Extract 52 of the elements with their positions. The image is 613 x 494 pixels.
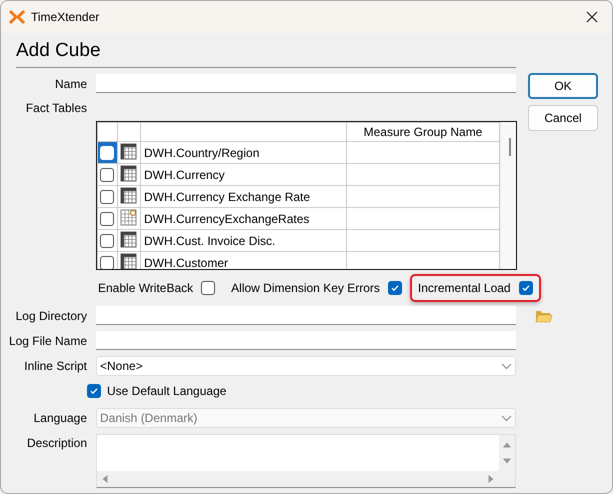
checkbox[interactable] xyxy=(388,281,402,295)
checkbox[interactable] xyxy=(100,190,114,204)
checkbox-label: Enable WriteBack xyxy=(98,280,194,297)
grid-query-icon xyxy=(120,208,137,226)
checkbox[interactable] xyxy=(87,384,101,398)
dialog-heading: Add Cube xyxy=(16,37,516,68)
dialog-button[interactable]: Cancel xyxy=(528,105,598,131)
field-label: Language xyxy=(32,410,87,427)
table-icon xyxy=(120,142,137,160)
field-label: Fact Tables xyxy=(24,100,87,117)
log-file-name-field[interactable] xyxy=(96,331,516,350)
checkbox[interactable] xyxy=(100,212,114,226)
field-label: Name xyxy=(54,76,87,92)
row-header[interactable] xyxy=(98,164,118,186)
checkbox[interactable] xyxy=(201,281,216,295)
check-icon xyxy=(520,283,531,293)
log-directory-field[interactable] xyxy=(96,306,516,325)
table-icon xyxy=(120,186,137,204)
checkbox[interactable] xyxy=(100,168,114,182)
table-cell: DWH.Currency xyxy=(140,164,346,186)
dialog-button[interactable]: OK xyxy=(528,73,598,99)
checkbox[interactable] xyxy=(100,234,114,248)
name-field[interactable] xyxy=(96,74,516,93)
chevron-down-icon xyxy=(501,414,512,422)
logo-icon xyxy=(9,10,25,24)
row-header[interactable] xyxy=(98,186,118,208)
row-header[interactable] xyxy=(98,230,118,252)
check-icon xyxy=(89,386,99,396)
table-cell: DWH.Currency Exchange Rate xyxy=(140,186,346,208)
column-header: Measure Group Name xyxy=(346,122,500,142)
inline-script-dropdown[interactable]: <None> xyxy=(96,356,516,376)
checkbox[interactable] xyxy=(100,256,114,269)
table-icon xyxy=(120,164,137,182)
row-header[interactable] xyxy=(98,208,118,230)
table-cell: DWH.Cust. Invoice Disc. xyxy=(140,230,346,252)
table-cell: DWH.CurrencyExchangeRates xyxy=(140,208,346,230)
checkbox-label: Use Default Language xyxy=(107,383,226,400)
chevron-down-icon xyxy=(501,362,512,370)
table-cell: DWH.Country/Region xyxy=(140,142,346,164)
table-icon xyxy=(120,230,137,248)
scroll-thumb[interactable] xyxy=(509,138,511,156)
check-icon xyxy=(390,283,400,293)
checkbox-label: Allow Dimension Key Errors xyxy=(231,280,380,297)
row-header[interactable] xyxy=(98,252,118,269)
checkbox-label: Incremental Load xyxy=(418,280,511,297)
field-label: Log Directory xyxy=(14,308,87,324)
window-title: TimeXtender xyxy=(31,9,100,26)
field-label: Inline Script xyxy=(23,358,87,375)
row-header[interactable] xyxy=(98,142,118,164)
field-label: Log File Name xyxy=(8,332,87,350)
checkbox[interactable] xyxy=(518,281,533,295)
field-label: Description xyxy=(26,435,87,452)
